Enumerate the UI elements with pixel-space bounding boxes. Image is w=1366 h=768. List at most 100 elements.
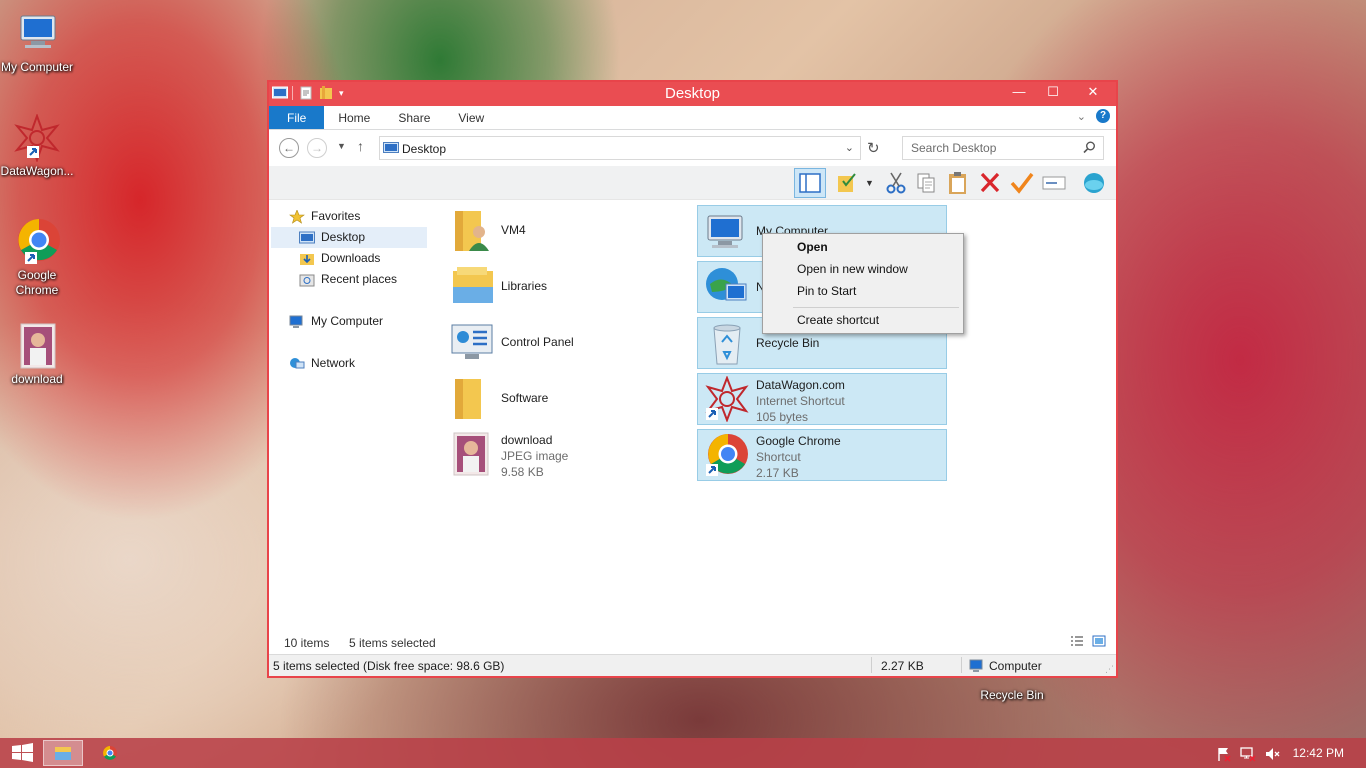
minimize-button[interactable]: — [1002, 82, 1036, 102]
desktop-icon-google-chrome[interactable]: Google Chrome [0, 218, 74, 298]
file-size: 105 bytes [756, 410, 809, 424]
menu-item-create-shortcut[interactable]: Create shortcut [797, 313, 879, 327]
maximize-button[interactable]: ☐ [1036, 82, 1070, 102]
menu-item-pin-to-start[interactable]: Pin to Start [797, 284, 856, 298]
tab-view[interactable]: View [444, 106, 498, 129]
desktop-icon-label: Google Chrome [15, 268, 59, 297]
menu-item-open-new-window[interactable]: Open in new window [797, 262, 908, 276]
cut-icon[interactable] [883, 171, 909, 195]
status-divider [871, 657, 872, 673]
internet-options-icon[interactable] [1081, 171, 1107, 195]
action-center-flag-icon[interactable] [1216, 746, 1232, 765]
desktop-location-icon [383, 142, 399, 158]
start-button[interactable] [6, 740, 40, 766]
paste-icon[interactable] [945, 171, 971, 195]
expand-ribbon-icon[interactable]: ⌄ [1077, 110, 1086, 123]
star-icon [289, 209, 305, 224]
file-item-vm4[interactable]: VM4 [443, 205, 693, 257]
nav-my-computer[interactable]: My Computer [289, 311, 383, 332]
computer-icon [969, 659, 985, 676]
tab-home[interactable]: Home [324, 106, 384, 129]
preview-pane-button[interactable] [794, 168, 826, 198]
item-count-bar: 10 items 5 items selected [269, 632, 1116, 652]
network-icon [704, 264, 750, 310]
rename-icon[interactable] [1041, 171, 1067, 195]
file-item-google-chrome[interactable]: Google Chrome Shortcut 2.17 KB [697, 429, 947, 481]
nav-recent-places[interactable]: Recent places [299, 269, 397, 290]
tab-file[interactable]: File [269, 106, 325, 129]
jpeg-image-icon [449, 431, 495, 477]
recent-places-icon [299, 273, 315, 287]
forward-button[interactable]: → [307, 138, 327, 158]
nav-network[interactable]: Network [289, 353, 355, 374]
file-name: Libraries [501, 279, 548, 293]
rename-check-icon[interactable] [1009, 171, 1035, 195]
desktop-icon-my-computer[interactable]: My Computer [0, 10, 74, 75]
search-icon[interactable] [1083, 141, 1096, 157]
desktop-icon-label: download [11, 372, 63, 386]
ribbon-tabs: File Home Share View ⌄ ? [269, 106, 1116, 130]
file-name: Google Chrome [756, 434, 841, 448]
file-item-control-panel[interactable]: Control Panel [443, 317, 693, 369]
network-tray-icon[interactable] [1240, 746, 1256, 765]
selected-count: 5 items selected [349, 636, 436, 650]
resize-grip-icon[interactable]: ⋰ [1105, 664, 1114, 675]
file-item-software[interactable]: Software [443, 373, 693, 425]
file-item-datawagon[interactable]: DataWagon.com Internet Shortcut 105 byte… [697, 373, 947, 425]
volume-muted-icon[interactable] [1264, 746, 1280, 765]
large-icons-view-icon[interactable] [1092, 635, 1106, 650]
search-input[interactable] [903, 137, 1073, 159]
nav-favorites-label: Favorites [311, 209, 361, 223]
navigation-pane: Favorites Desktop Downloads Recent place… [269, 202, 434, 628]
nav-downloads[interactable]: Downloads [299, 248, 380, 269]
search-box[interactable] [902, 136, 1104, 160]
title-bar[interactable]: ▾ Desktop — ☐ ✕ [269, 82, 1116, 106]
chrome-shortcut-icon [704, 432, 750, 478]
desktop-icon-label: My Computer [0, 60, 74, 74]
context-menu: Open Open in new window Pin to Start Cre… [762, 233, 964, 334]
close-button[interactable]: ✕ [1070, 82, 1116, 102]
select-dropdown-icon[interactable]: ▼ [865, 171, 875, 195]
status-bar: 5 items selected (Disk free space: 98.6 … [269, 654, 1116, 676]
file-name: Software [501, 391, 549, 405]
delete-icon[interactable] [977, 171, 1003, 195]
menu-item-open[interactable]: Open [797, 240, 828, 254]
tab-share[interactable]: Share [384, 106, 444, 129]
file-type: Shortcut [756, 450, 801, 464]
address-dropdown-icon[interactable]: ⌄ [845, 141, 854, 154]
taskbar-chrome[interactable] [92, 740, 128, 766]
file-type: Internet Shortcut [756, 394, 845, 408]
desktop-icon-recycle-bin[interactable]: Recycle Bin [975, 688, 1049, 703]
details-view-icon[interactable] [1070, 635, 1084, 650]
nav-desktop-label: Desktop [321, 230, 366, 244]
status-location: Computer [989, 659, 1042, 673]
address-bar[interactable]: Desktop ⌄ [379, 136, 861, 160]
computer-icon [289, 315, 305, 329]
up-button[interactable]: ↑ [357, 138, 364, 154]
datawagon-shortcut-icon [704, 375, 750, 423]
control-panel-icon [449, 319, 495, 365]
downloads-folder-icon [299, 252, 315, 266]
address-path: Desktop [402, 142, 447, 156]
refresh-button[interactable]: ↻ [867, 139, 880, 157]
network-icon [289, 357, 305, 371]
desktop-icon-datawagon[interactable]: DataWagon... [0, 113, 74, 179]
taskbar: 12:42 PM [0, 738, 1366, 768]
libraries-icon [449, 263, 495, 309]
nav-favorites[interactable]: Favorites [289, 206, 360, 227]
back-button[interactable]: ← [279, 138, 299, 158]
select-all-icon[interactable] [835, 171, 861, 195]
recycle-bin-icon [704, 320, 750, 366]
file-item-libraries[interactable]: Libraries [443, 261, 693, 313]
help-icon[interactable]: ? [1096, 109, 1110, 123]
taskbar-clock[interactable]: 12:42 PM [1293, 746, 1344, 760]
taskbar-file-explorer[interactable] [43, 740, 83, 766]
jpeg-image-icon [13, 322, 61, 370]
recent-locations-icon[interactable]: ▼ [337, 141, 346, 151]
file-item-download[interactable]: download JPEG image 9.58 KB [443, 429, 693, 481]
desktop-icon-label: DataWagon... [0, 164, 74, 178]
desktop-icon-download[interactable]: download [0, 322, 74, 387]
file-name: download [501, 433, 553, 447]
nav-desktop[interactable]: Desktop [271, 227, 427, 248]
copy-icon[interactable] [913, 171, 939, 195]
